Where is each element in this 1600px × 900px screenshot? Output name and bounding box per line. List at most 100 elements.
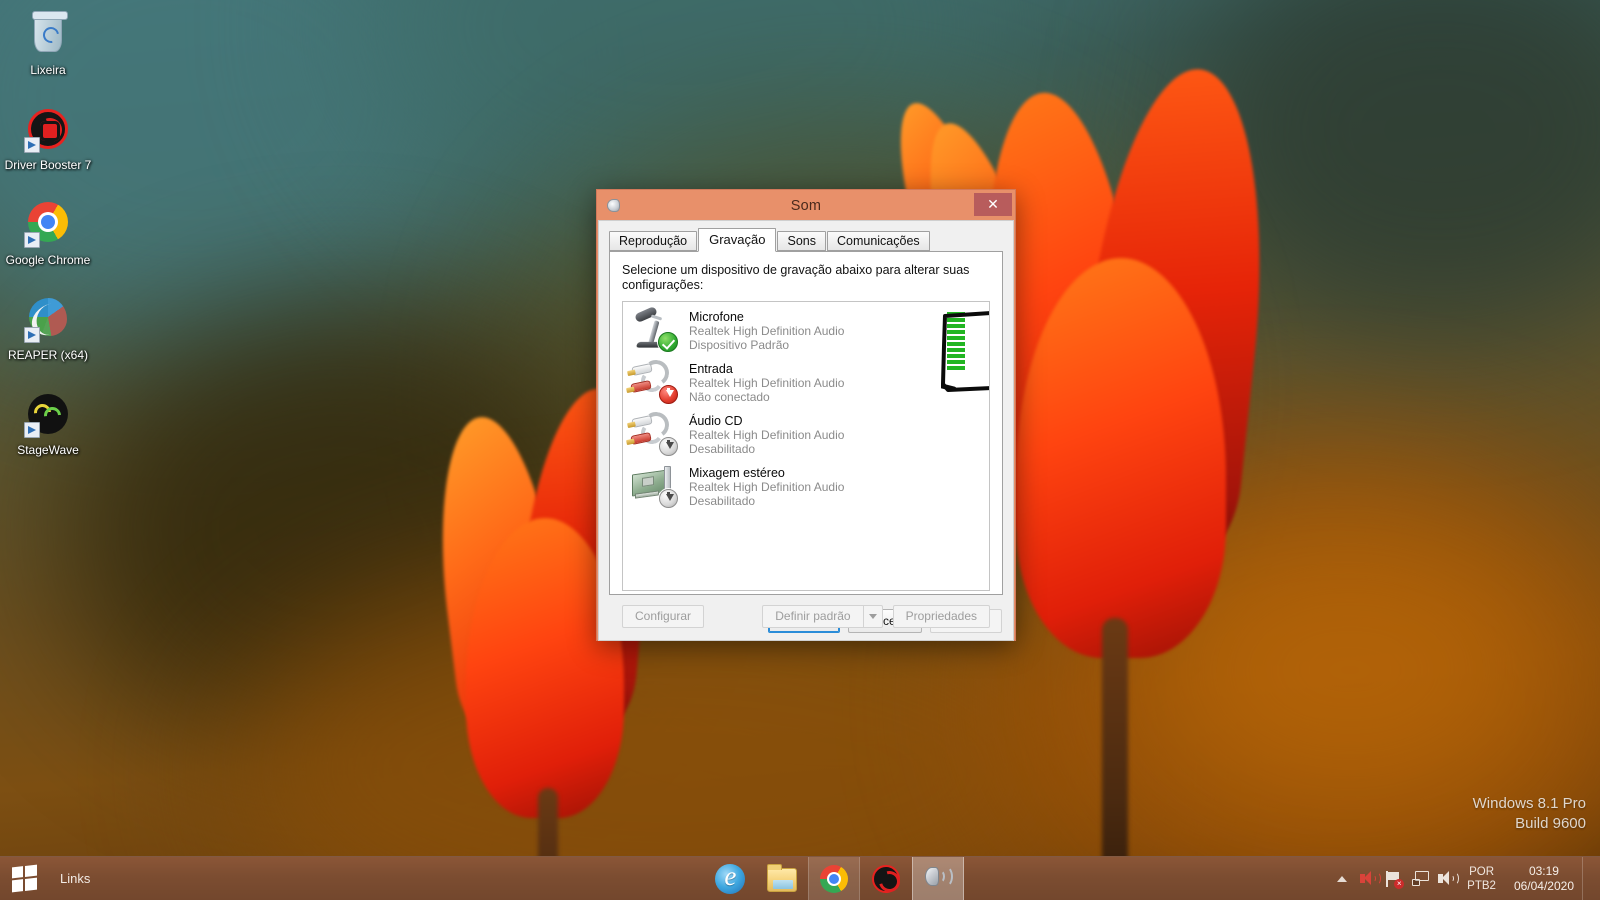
desktop-icon-reaper[interactable]: REAPER (x64) xyxy=(0,289,96,366)
taskbar-button-som[interactable] xyxy=(912,857,965,900)
desktop-icon-stagewave[interactable]: StageWave xyxy=(0,384,96,461)
desktop-icon-driver-booster[interactable]: Driver Booster 7 xyxy=(0,99,96,176)
meter-segment xyxy=(947,342,965,346)
meter-segment xyxy=(947,354,965,358)
links-toolbar[interactable]: Links xyxy=(48,857,104,900)
tray-volume-button[interactable] xyxy=(1433,857,1459,900)
taskbar[interactable]: Links e × POR PTB2 03:19 06/04/2020 xyxy=(0,856,1600,900)
windows-activation-watermark: Windows 8.1 Pro Build 9600 xyxy=(1473,794,1586,834)
set-default-button[interactable]: Definir padrão xyxy=(762,605,864,628)
device-name: Entrada xyxy=(689,362,733,376)
device-name: Microfone xyxy=(689,310,744,324)
desktop-icon-label: Google Chrome xyxy=(5,253,91,267)
disabled-badge-icon xyxy=(659,489,678,508)
chrome-icon xyxy=(819,864,849,894)
desktop-icon-lixeira[interactable]: Lixeira xyxy=(0,4,96,81)
meter-segment xyxy=(947,366,965,370)
properties-button[interactable]: Propriedades xyxy=(892,605,990,628)
speaker-icon xyxy=(606,198,623,214)
chevron-down-icon[interactable] xyxy=(863,605,883,628)
instruction-text: Selecione um dispositivo de gravação aba… xyxy=(622,263,970,292)
recycle-bin-icon xyxy=(24,10,72,58)
device-status: Desabilitado xyxy=(689,442,756,456)
meter-segment xyxy=(947,360,965,364)
device-list-item-entrada[interactable]: Entrada Realtek High Definition Audio Nã… xyxy=(623,354,989,406)
tray-volume-muted-button[interactable] xyxy=(1355,857,1381,900)
desktop[interactable]: Lixeira Driver Booster 7 Google Chrome R… xyxy=(0,0,1600,900)
meter-segment xyxy=(947,318,965,322)
taskbar-button-file-explorer[interactable] xyxy=(756,857,808,900)
set-default-split-button[interactable]: Definir padrão xyxy=(762,605,883,628)
device-driver: Realtek High Definition Audio xyxy=(689,480,845,494)
device-list-item-audio-cd[interactable]: Áudio CD Realtek High Definition Audio D… xyxy=(623,406,989,458)
recording-device-list[interactable]: Microfone Realtek High Definition Audio … xyxy=(622,301,990,591)
clock-time: 03:19 xyxy=(1528,863,1559,878)
speaker-icon xyxy=(923,864,954,894)
device-list-item-microfone[interactable]: Microfone Realtek High Definition Audio … xyxy=(623,302,989,354)
shortcut-arrow-icon xyxy=(24,327,40,343)
desktop-icon-google-chrome[interactable]: Google Chrome xyxy=(0,194,96,271)
tab-comunicacoes[interactable]: Comunicações xyxy=(826,231,930,251)
not-connected-badge-icon xyxy=(659,385,678,404)
language-indicator[interactable]: POR PTB2 xyxy=(1459,865,1506,893)
dialog-body: Reprodução Gravação Sons Comunicações Se… xyxy=(598,220,1014,641)
device-status: Desabilitado xyxy=(689,494,756,508)
device-name: Áudio CD xyxy=(689,414,743,428)
dialog-title: Som xyxy=(790,197,822,214)
microphone-level-meter xyxy=(947,312,965,370)
sound-card-icon xyxy=(629,462,678,508)
show-desktop-button[interactable] xyxy=(1582,856,1590,900)
clock[interactable]: 03:19 06/04/2020 xyxy=(1506,864,1582,894)
show-hidden-icons-button[interactable] xyxy=(1329,857,1355,900)
default-device-check-icon xyxy=(658,332,678,352)
rca-cable-icon xyxy=(626,357,678,404)
wallpaper-blur-3 xyxy=(1180,0,1600,340)
shortcut-arrow-icon xyxy=(24,137,40,153)
taskbar-button-google-chrome[interactable] xyxy=(808,857,861,900)
device-driver: Realtek High Definition Audio xyxy=(689,324,845,338)
start-button[interactable] xyxy=(0,857,48,900)
device-name: Mixagem estéreo xyxy=(689,466,785,480)
tab-reproducao[interactable]: Reprodução xyxy=(609,231,698,251)
volume-muted-icon xyxy=(1359,871,1381,886)
watermark-build: Build 9600 xyxy=(1515,815,1586,832)
desktop-icon-label: Driver Booster 7 xyxy=(4,158,92,172)
microphone-icon xyxy=(629,305,678,352)
tray-network-button[interactable] xyxy=(1407,857,1433,900)
disabled-badge-icon xyxy=(659,437,678,456)
tray-action-center-button[interactable]: × xyxy=(1381,857,1407,900)
tab-sons[interactable]: Sons xyxy=(777,231,826,251)
tab-gravacao[interactable]: Gravação xyxy=(698,228,777,252)
wallpaper-blur-8 xyxy=(1140,520,1560,820)
sound-dialog-window[interactable]: Som ✕ Reprodução Gravação Sons Comunicaç… xyxy=(596,189,1016,641)
configure-button[interactable]: Configurar xyxy=(622,605,705,628)
desktop-icon-grid: Lixeira Driver Booster 7 Google Chrome R… xyxy=(0,4,96,479)
desktop-icon-label: Lixeira xyxy=(30,63,66,77)
chrome-icon xyxy=(24,200,72,248)
close-icon[interactable]: ✕ xyxy=(974,192,1012,216)
device-status: Dispositivo Padrão xyxy=(689,338,790,352)
meter-segment xyxy=(947,312,965,316)
device-action-buttons: Configurar Definir padrão Propriedades xyxy=(622,605,990,628)
driver-booster-icon xyxy=(24,105,72,153)
taskbar-button-internet-explorer[interactable] xyxy=(704,857,756,900)
meter-segment xyxy=(947,324,965,328)
recording-tab-panel: Selecione um dispositivo de gravação aba… xyxy=(609,252,1003,628)
meter-segment xyxy=(947,336,965,340)
language-code: POR xyxy=(1469,865,1495,878)
reaper-icon xyxy=(24,295,72,343)
volume-icon xyxy=(1437,871,1459,886)
desktop-icon-label: StageWave xyxy=(17,443,79,457)
shortcut-arrow-icon xyxy=(24,232,40,248)
rca-cable-icon xyxy=(626,409,678,456)
keyboard-layout-code: PTB2 xyxy=(1467,879,1496,892)
device-status: Não conectado xyxy=(689,390,770,404)
clock-date: 06/04/2020 xyxy=(1513,878,1574,893)
network-icon xyxy=(1411,871,1429,886)
taskbar-button-driver-booster[interactable] xyxy=(860,857,912,900)
internet-explorer-icon xyxy=(715,861,746,894)
device-list-item-mixagem-estereo[interactable]: Mixagem estéreo Realtek High Definition … xyxy=(623,458,989,510)
dialog-titlebar[interactable]: Som ✕ xyxy=(598,191,1014,220)
watermark-edition: Windows 8.1 Pro xyxy=(1472,795,1586,812)
chevron-up-icon xyxy=(1337,875,1348,882)
